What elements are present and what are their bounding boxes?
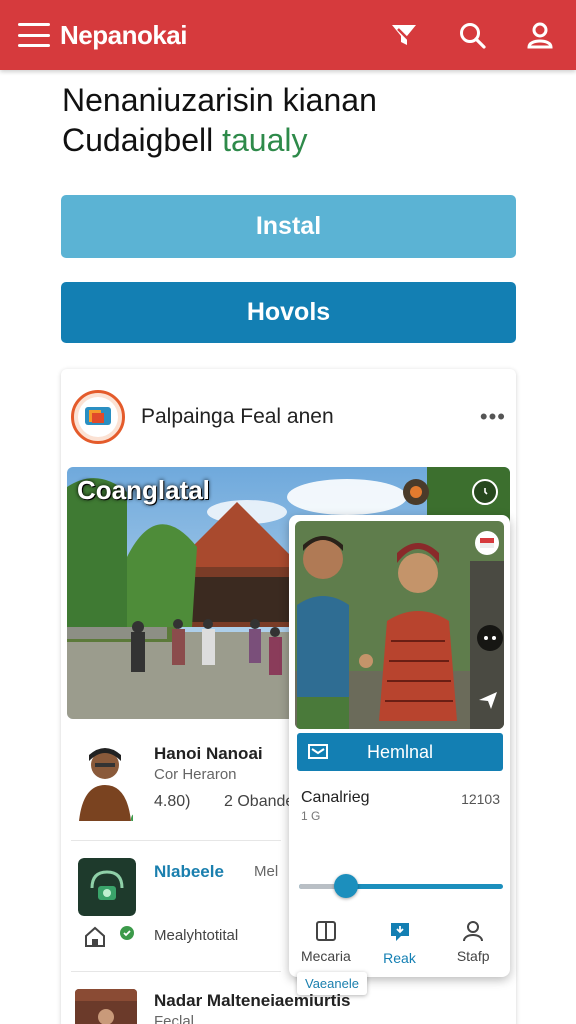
clock-icon[interactable] <box>472 479 498 505</box>
hero-caption: Coanglatal <box>77 475 210 505</box>
list-item-name[interactable]: Nlabeele <box>154 862 224 882</box>
person-icon <box>463 921 484 942</box>
slider-track[interactable] <box>299 884 503 889</box>
setting-sublabel: 1 G <box>301 809 321 823</box>
setting-label: Canalrieg <box>301 789 370 806</box>
app-logo <box>71 390 125 444</box>
list-item-subtitle: Feclal <box>154 1013 195 1024</box>
book-icon <box>315 921 336 941</box>
preview-popup: Hemlnal Canalrieg 1 G 12103 Mecaria Reak… <box>289 515 510 977</box>
badge-icon[interactable] <box>403 479 429 505</box>
nav-item-stafp[interactable]: Stafp <box>436 913 510 977</box>
app-tile[interactable] <box>78 858 136 916</box>
inbox-icon <box>307 741 329 766</box>
list-item-name[interactable]: Nadar Malteneiaemiurtis <box>154 991 351 1011</box>
app-title: Nepanokai <box>60 19 188 50</box>
nav-item-reak[interactable]: Reak <box>363 913 437 977</box>
page-heading: Nenaniuzarisin kianan Cudaigbell taualy <box>62 80 522 160</box>
hovols-button[interactable]: Hovols <box>61 282 516 343</box>
search-icon[interactable] <box>454 17 490 53</box>
list-item-name[interactable]: Hanoi Nanoai <box>154 744 263 764</box>
top-app-bar: Nepanokai <box>0 0 576 70</box>
list-item-subtitle: Cor Heraron <box>154 766 237 783</box>
heading-line-1: Nenaniuzarisin kianan <box>62 82 377 118</box>
card-header: Palpainga Feal anen ••• <box>71 389 506 445</box>
list-divider <box>71 840 281 841</box>
list-item-action[interactable]: Mealyhtotital <box>154 927 238 944</box>
heading-line-2-main: Cudaigbell <box>62 122 214 158</box>
preview-photo[interactable] <box>295 521 504 729</box>
avatar[interactable] <box>75 741 133 821</box>
nav-label: Stafp <box>456 948 490 964</box>
send-icon[interactable] <box>475 687 501 713</box>
install-button[interactable]: Instal <box>61 195 516 258</box>
home-icon[interactable] <box>81 923 109 951</box>
more-options-icon[interactable]: ••• <box>480 404 506 430</box>
list-item-rating: 4.80) <box>154 793 191 810</box>
bottom-navigation: Mecaria Reak Stafp <box>289 913 510 977</box>
nav-label: Reak <box>383 950 416 966</box>
heading-line-2: Cudaigbell taualy <box>62 120 522 160</box>
nav-label: Mecaria <box>300 948 351 964</box>
setting-value: 12103 <box>461 791 500 807</box>
filter-icon[interactable] <box>386 17 422 53</box>
chat-pin-icon <box>390 923 409 941</box>
avatar[interactable] <box>75 989 137 1024</box>
list-item-tag: Mel <box>254 863 279 880</box>
card-title: Palpainga Feal anen <box>141 405 334 428</box>
account-icon[interactable] <box>522 17 558 53</box>
nav-item-mecaria[interactable]: Mecaria <box>289 913 363 977</box>
hemlnal-button[interactable]: Hemlnal <box>297 733 503 771</box>
flag-badge-icon <box>475 531 499 555</box>
heading-accent: taualy <box>222 122 308 158</box>
status-check-icon <box>117 923 137 943</box>
hemlnal-label: Hemlnal <box>366 741 434 762</box>
slider-thumb[interactable] <box>333 874 358 898</box>
more-icon[interactable] <box>477 625 503 651</box>
list-item-count: 2 Obande <box>224 793 295 810</box>
list-divider <box>71 971 281 972</box>
menu-icon[interactable] <box>18 23 50 47</box>
